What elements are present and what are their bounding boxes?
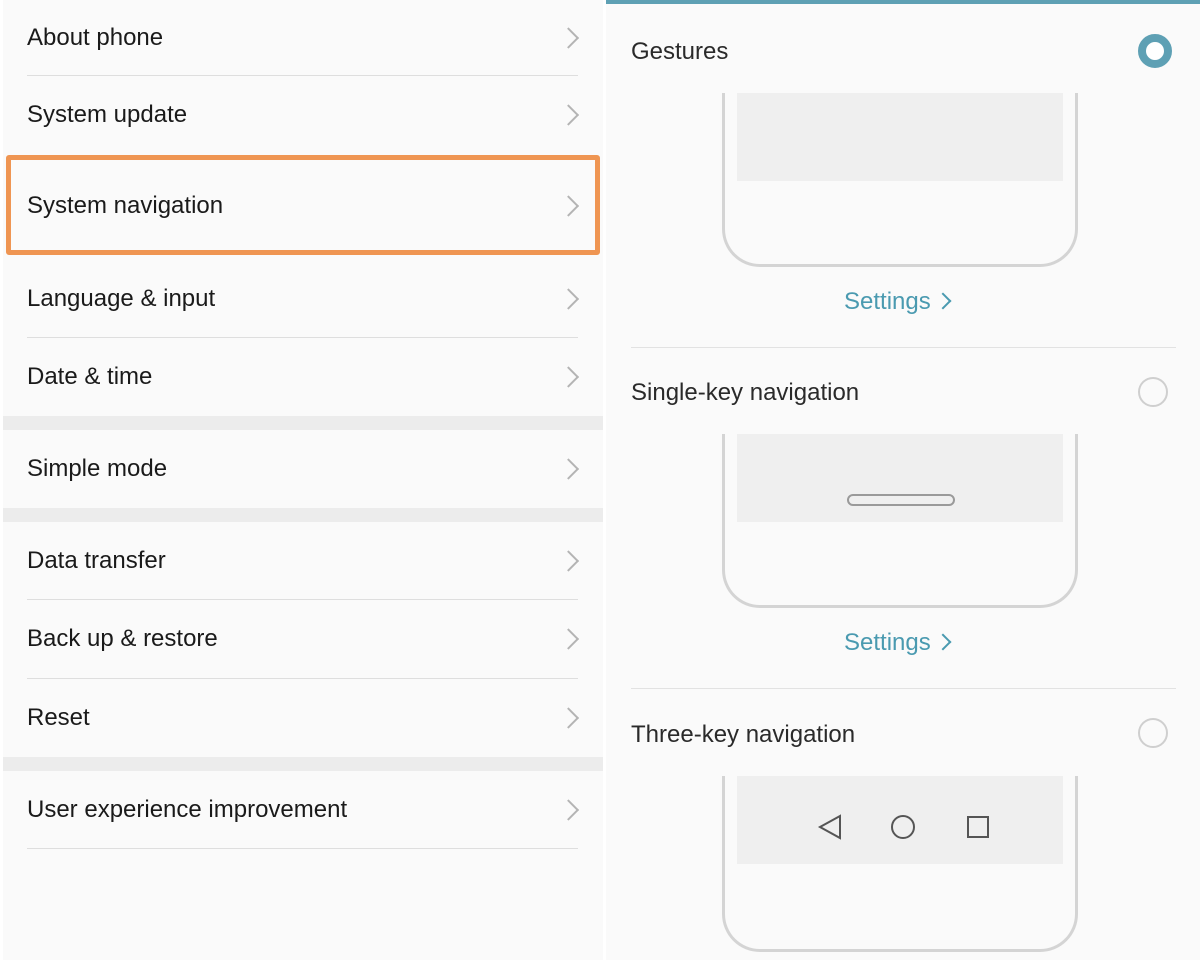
settings-link-single-key[interactable]: Settings (844, 629, 952, 657)
phone-illustration-gestures (722, 93, 1078, 267)
settings-item-back-up-restore[interactable]: Back up & restore (3, 600, 603, 678)
chevron-right-icon (557, 287, 580, 310)
option-label-gestures: Gestures (631, 38, 729, 65)
settings-item-language-input[interactable]: Language & input (3, 260, 603, 337)
settings-item-label: Back up & restore (27, 625, 218, 652)
phone-screen (737, 776, 1063, 864)
system-navigation-panel: Gestures Settings Single-key navigation … (606, 0, 1200, 960)
option-label-three-key: Three-key navigation (631, 721, 856, 748)
phone-screen (737, 93, 1063, 181)
home-pill-icon (847, 494, 955, 506)
settings-item-label: Language & input (27, 284, 216, 312)
settings-link-label: Settings (844, 629, 931, 656)
settings-item-reset[interactable]: Reset (3, 679, 603, 757)
settings-item-label: System update (27, 101, 188, 128)
settings-item-about-phone[interactable]: About phone (3, 0, 603, 75)
settings-list: About phone System update System navigat… (3, 0, 603, 960)
screen: About phone System update System navigat… (0, 0, 1200, 960)
settings-item-label: Reset (27, 704, 90, 731)
chevron-right-icon (557, 104, 580, 126)
section-gap (3, 508, 603, 522)
back-triangle-icon (817, 814, 841, 840)
chevron-right-icon (557, 366, 580, 388)
settings-item-system-navigation[interactable]: System navigation (3, 160, 603, 252)
phone-screen (737, 434, 1063, 522)
settings-link-gestures[interactable]: Settings (844, 288, 952, 316)
chevron-right-icon (557, 628, 580, 650)
recents-square-icon (967, 816, 989, 838)
settings-item-date-time[interactable]: Date & time (3, 338, 603, 416)
settings-item-label: About phone (27, 23, 164, 51)
settings-item-label: Simple mode (27, 455, 168, 482)
settings-item-label: Data transfer (27, 546, 166, 574)
section-gap (3, 757, 603, 771)
chevron-right-icon (557, 26, 580, 49)
chevron-right-icon (557, 458, 580, 480)
settings-item-system-update[interactable]: System update (3, 76, 603, 154)
radio-three-key[interactable] (1138, 718, 1168, 748)
settings-link-label: Settings (844, 288, 931, 315)
divider (631, 347, 1176, 348)
settings-item-label: System navigation (27, 192, 224, 219)
settings-item-label: Date & time (27, 363, 153, 390)
chevron-right-icon (557, 195, 580, 217)
settings-item-data-transfer[interactable]: Data transfer (3, 522, 603, 599)
settings-item-user-experience-improvement[interactable]: User experience improvement (3, 771, 603, 848)
section-gap (3, 416, 603, 430)
chevron-right-icon (934, 292, 952, 310)
radio-gestures[interactable] (1138, 34, 1172, 68)
divider (27, 848, 578, 849)
chevron-right-icon (557, 549, 580, 572)
phone-illustration-single-key (722, 434, 1078, 608)
home-circle-icon (891, 815, 915, 839)
phone-illustration-three-key (722, 776, 1078, 952)
radio-single-key[interactable] (1138, 377, 1168, 407)
nav-keys (817, 814, 989, 840)
option-label-single-key: Single-key navigation (631, 379, 860, 406)
chevron-right-icon (557, 798, 580, 821)
divider (631, 688, 1176, 689)
chevron-right-icon (557, 707, 580, 729)
settings-item-label: User experience improvement (27, 795, 348, 823)
chevron-right-icon (934, 633, 952, 651)
settings-item-simple-mode[interactable]: Simple mode (3, 430, 603, 508)
